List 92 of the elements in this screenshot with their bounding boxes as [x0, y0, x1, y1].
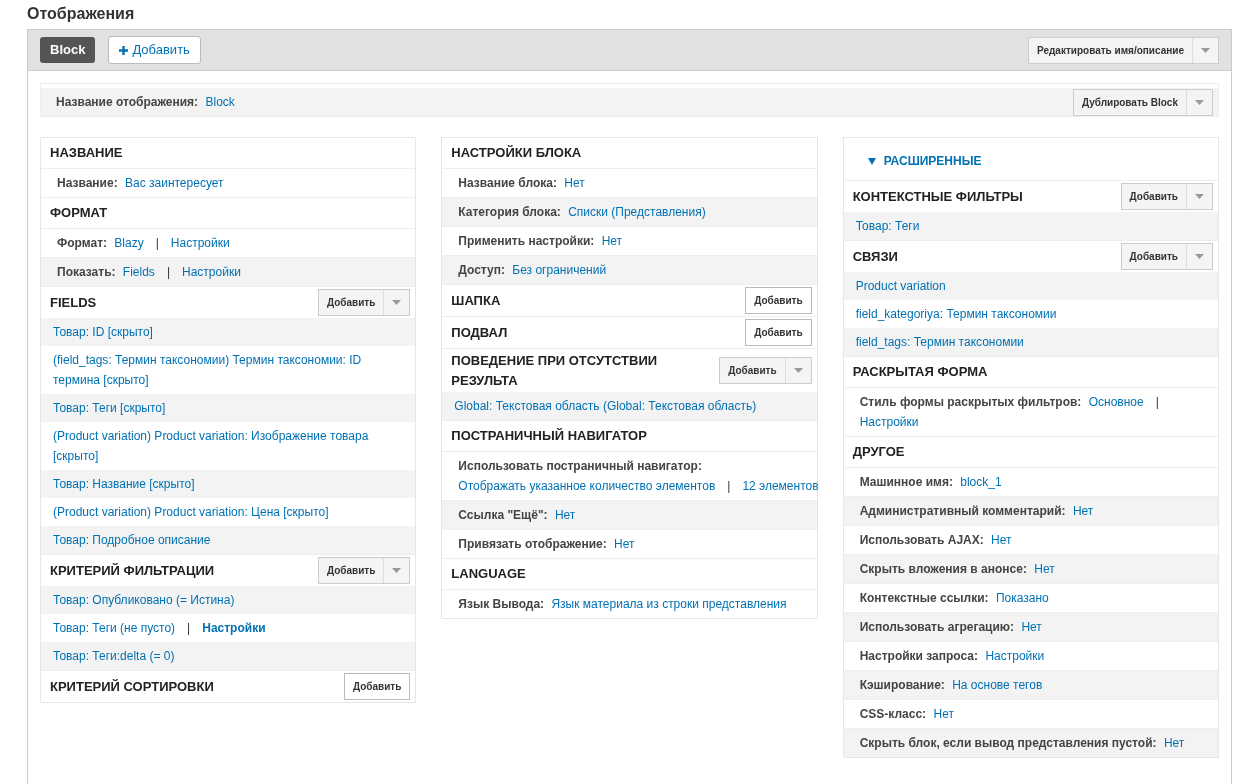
setting-label: Контекстные ссылки: [859, 591, 989, 605]
setting-link[interactable]: (Product variation) Product variation: Изображение товара [скрыто] [53, 426, 404, 466]
setting-label: CSS-класс: [859, 707, 927, 721]
caret-icon [1195, 194, 1204, 199]
section-heading: ПОДВАЛ [451, 323, 508, 342]
setting-link[interactable]: Основное [1088, 395, 1144, 409]
setting-link[interactable]: 12 элементов [742, 479, 819, 493]
setting-label: Настройки запроса: [859, 649, 979, 663]
setting-link[interactable]: Показано [995, 591, 1049, 605]
advanced-toggle[interactable]: РАСШИРЕННЫЕ [843, 138, 982, 180]
add-button[interactable]: Добавить [745, 319, 812, 346]
separator: | [727, 479, 731, 493]
setting-link[interactable]: Настройки [182, 265, 241, 279]
setting-link[interactable]: Нет [554, 508, 576, 522]
setting-label: Доступ: [458, 263, 505, 277]
setting-link[interactable]: Fields [122, 265, 155, 279]
setting-link[interactable]: Нет [1163, 736, 1185, 750]
setting-link[interactable]: Нет [933, 707, 954, 721]
add-display-button[interactable]: Добавить [108, 36, 201, 64]
setting-label: Формат: [57, 236, 107, 250]
section-heading: НАЗВАНИЕ [50, 144, 123, 163]
setting-label: Название блока: [458, 176, 557, 190]
section-heading: ШАПКА [451, 291, 501, 310]
add-button[interactable]: Добавить [343, 673, 411, 700]
add-button[interactable]: Добавить [745, 287, 812, 314]
setting-label: Стиль формы раскрытых фильтров: [859, 395, 1082, 409]
setting-link[interactable]: (field_tags: Термин таксономии) Термин таксономии: ID термина [скрыто] [53, 350, 404, 390]
setting-label: Применить настройки: [458, 234, 595, 248]
setting-label: Использовать AJAX: [859, 533, 984, 547]
setting-link[interactable]: Отображать указанное количество элементов [458, 479, 716, 493]
setting-label: Кэширование: [859, 678, 945, 692]
setting-label: Категория блока: [458, 205, 561, 219]
setting-label: Использовать постраничный навигатор: [458, 459, 702, 473]
setting-label: Название отображения: [56, 95, 199, 109]
setting-label: Скрыть вложения в анонсе: [859, 562, 1027, 576]
setting-label: Привязать отображение: [458, 537, 607, 551]
setting-link[interactable]: Block [205, 95, 235, 109]
setting-link[interactable]: Настройки [170, 236, 230, 250]
caret-icon [1195, 254, 1204, 259]
setting-link[interactable]: Blazy [114, 236, 144, 250]
section-heading: НАСТРОЙКИ БЛОКА [451, 144, 582, 163]
setting-label: Язык Вывода: [458, 597, 545, 611]
section-heading: КРИТЕРИЙ ФИЛЬТРАЦИИ [50, 561, 215, 580]
setting-link[interactable]: Настройки [859, 415, 919, 429]
section-heading: ПОСТРАНИЧНЫЙ НАВИГАТОР [451, 427, 647, 446]
setting-link[interactable]: Нет [991, 533, 1012, 547]
setting-label: Машинное имя: [859, 475, 953, 489]
settings-link[interactable]: Настройки [202, 621, 266, 635]
setting-link[interactable]: Без ограничений [512, 263, 607, 277]
setting-link[interactable]: (Product variation) Product variation: Цена [скрыто] [53, 502, 404, 522]
setting-link[interactable]: Списки (Представления) [568, 205, 706, 219]
setting-link[interactable]: Язык материала из строки представления [551, 597, 787, 611]
setting-link[interactable]: Товар: Теги (не пусто) [53, 621, 176, 635]
setting-label: Использовать агрегацию: [859, 620, 1015, 634]
setting-link[interactable]: field_kategoriya: Термин таксономии [855, 304, 1206, 324]
setting-link[interactable]: Вас заинтересует [125, 176, 224, 190]
separator: | [1155, 395, 1159, 409]
section-heading: КОНТЕКСТНЫЕ ФИЛЬТРЫ [852, 187, 1023, 206]
section-heading: ДРУГОЕ [852, 443, 905, 462]
section-heading: FIELDS [50, 293, 97, 312]
section-heading: КРИТЕРИЙ СОРТИРОВКИ [50, 677, 214, 696]
caret-icon [1195, 99, 1204, 105]
caret-icon [1201, 47, 1210, 53]
plus-icon [119, 45, 129, 55]
display-tab[interactable]: Block [40, 37, 96, 63]
setting-link[interactable]: Нет [1072, 504, 1094, 518]
setting-label: Название: [57, 176, 118, 190]
setting-link[interactable]: Нет [1034, 562, 1055, 576]
setting-label: Скрыть блок, если вывод представления пустой: [859, 736, 1157, 750]
setting-link[interactable]: Нет [564, 176, 585, 190]
triangle-icon [867, 157, 876, 165]
setting-label: Ссылка "Ещё": [458, 508, 548, 522]
page-title: Отображения [26, 4, 136, 24]
setting-link[interactable]: На основе тегов [952, 678, 1043, 692]
setting-label: Административный комментарий: [859, 504, 1066, 518]
setting-link[interactable]: Нет [601, 234, 623, 248]
setting-link[interactable]: Настройки [985, 649, 1045, 663]
section-heading: РАСКРЫТАЯ ФОРМА [852, 363, 988, 382]
caret-icon [392, 568, 402, 573]
setting-link[interactable]: block_1 [960, 475, 1002, 489]
caret-icon [392, 300, 402, 305]
setting-label: Показать: [57, 265, 116, 279]
caret-icon [793, 368, 803, 373]
separator: | [187, 621, 191, 635]
separator: | [155, 236, 159, 250]
setting-link[interactable]: Нет [1021, 620, 1042, 634]
separator: | [166, 265, 170, 279]
setting-link[interactable]: Нет [614, 537, 635, 551]
section-heading: LANGUAGE [451, 565, 526, 584]
section-heading: ФОРМАТ [50, 204, 108, 223]
section-heading: СВЯЗИ [852, 247, 898, 266]
section-heading: ПОВЕДЕНИЕ ПРИ ОТСУТСТВИИ РЕЗУЛЬТА [451, 352, 659, 390]
